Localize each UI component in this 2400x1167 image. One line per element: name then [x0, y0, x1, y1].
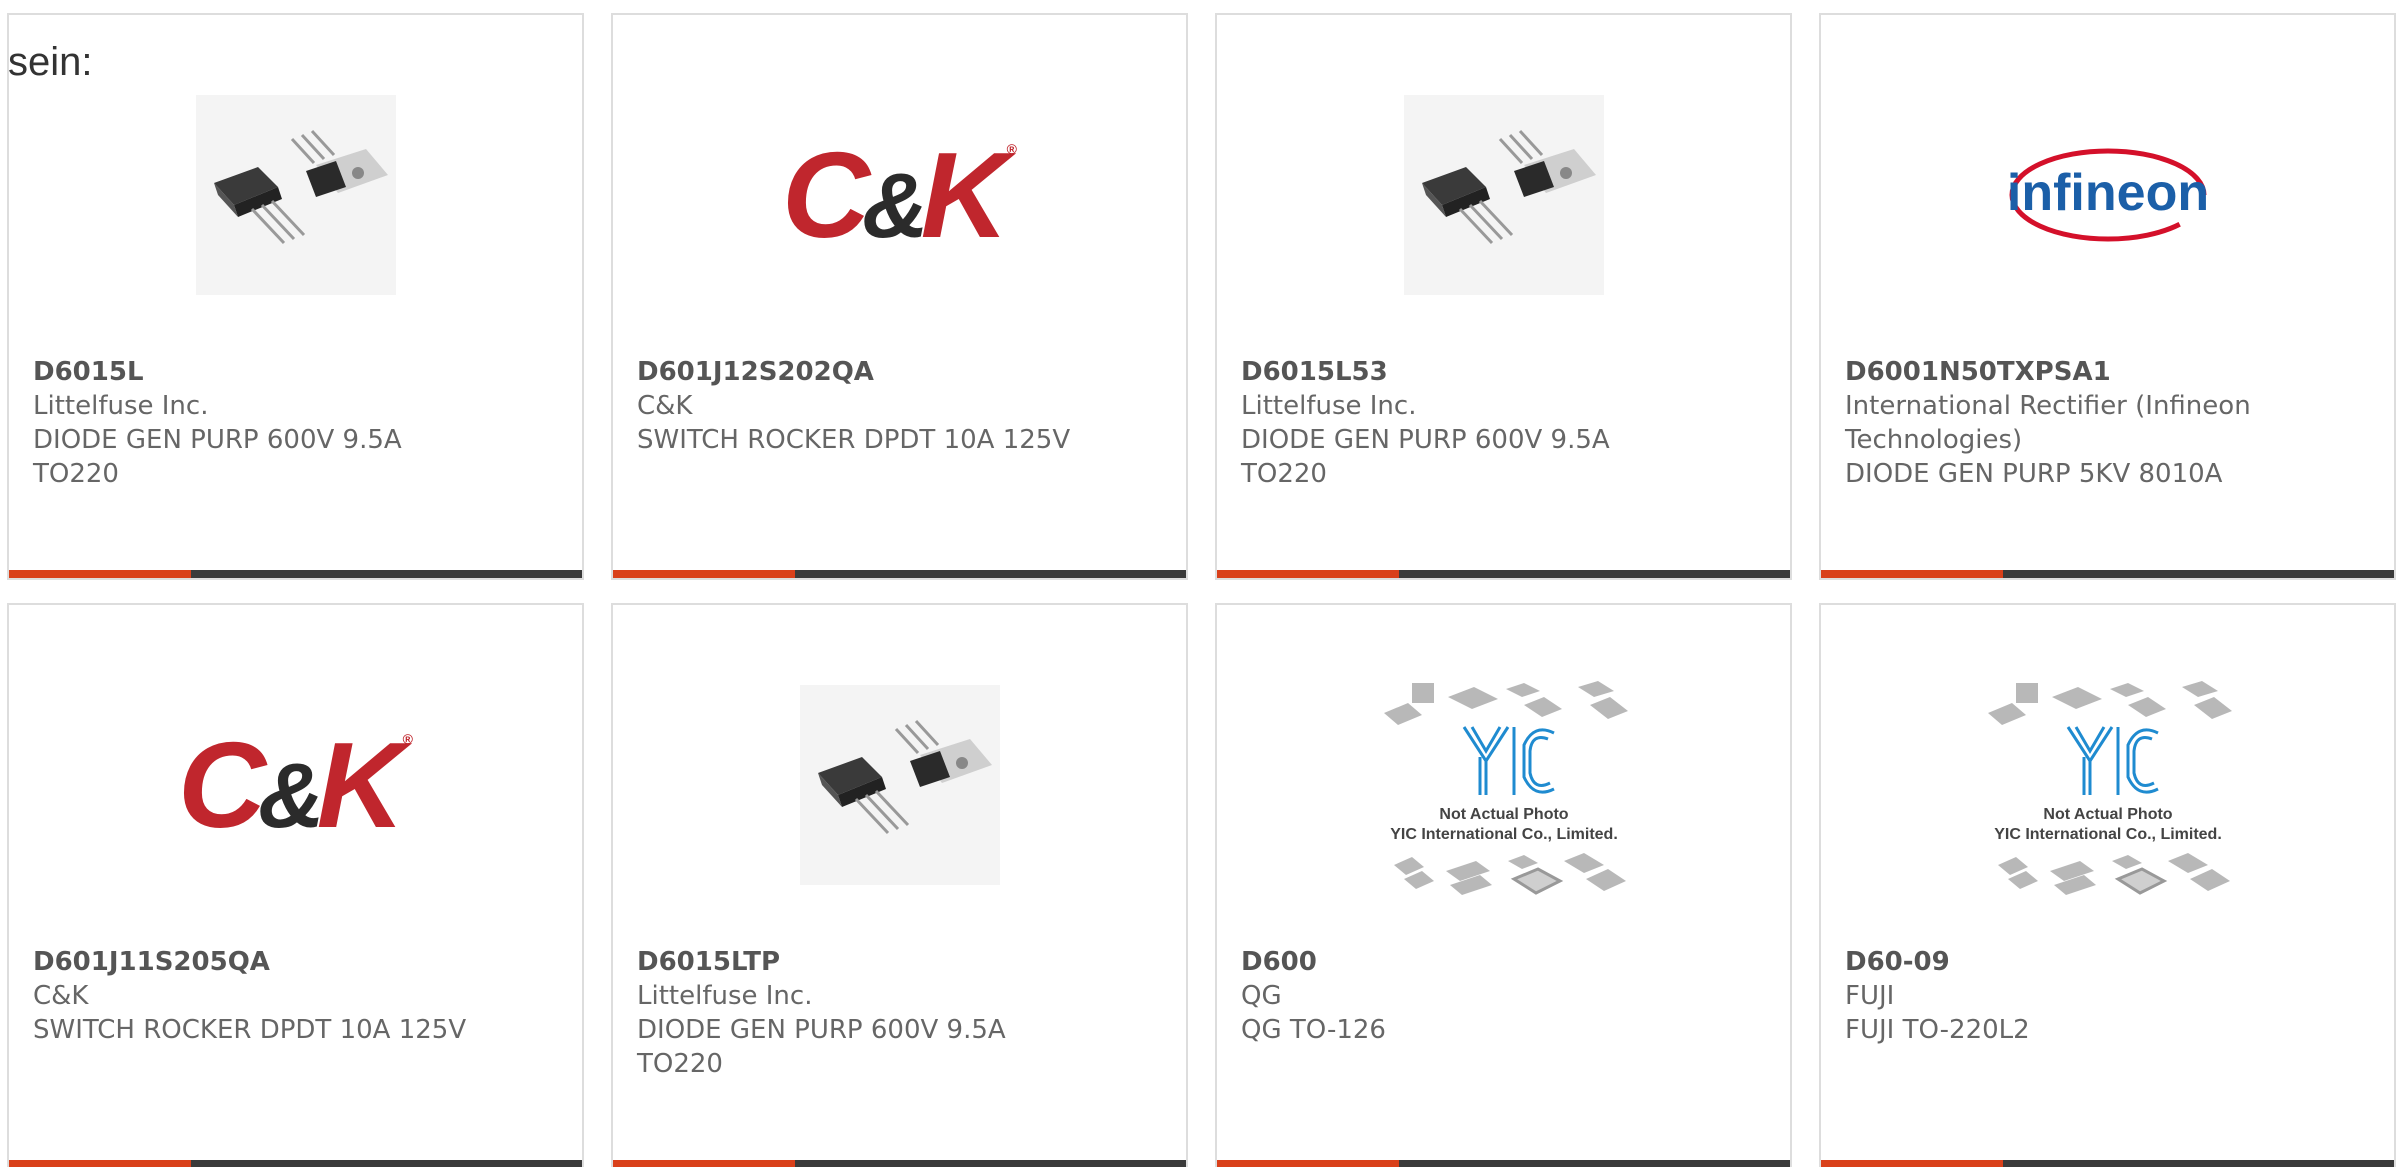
- intro-text: sein:: [8, 40, 93, 84]
- card-bar-accent: [9, 570, 191, 578]
- description: QG TO-126: [1241, 1015, 1386, 1045]
- card-bar: [613, 570, 1186, 578]
- description: SWITCH ROCKER DPDT 10A 125V: [637, 425, 1071, 455]
- product-card[interactable]: D6015LTP Littelfuse Inc. DIODE GEN PURP …: [611, 603, 1188, 1167]
- product-card[interactable]: D6015L Littelfuse Inc. DIODE GEN PURP 60…: [7, 13, 584, 580]
- part-number[interactable]: D6015L: [33, 355, 558, 389]
- card-bar-accent: [1217, 1160, 1399, 1167]
- product-card[interactable]: C & K ® D601J11S205QA C&K SWITCH ROCKER DPD…: [7, 603, 584, 1167]
- yic-placeholder-icon: Not Actual Photo YIC International Co., …: [1987, 681, 2232, 895]
- card-bar: [1217, 570, 1790, 578]
- description: DIODE GEN PURP 600V 9.5A TO220: [33, 425, 402, 489]
- card-bar: [9, 1160, 582, 1167]
- product-image[interactable]: C & K ®: [613, 75, 1186, 315]
- part-number[interactable]: D6015L53: [1241, 355, 1766, 389]
- infineon-logo-icon: infineon: [2008, 148, 2208, 242]
- card-bar-accent: [9, 1160, 191, 1167]
- description: DIODE GEN PURP 600V 9.5A TO220: [1241, 425, 1610, 489]
- product-card[interactable]: Not Actual Photo YIC International Co., …: [1215, 603, 1792, 1167]
- svg-text:Not Actual Photo: Not Actual Photo: [1439, 806, 1568, 823]
- product-image[interactable]: Not Actual Photo YIC International Co., …: [1821, 665, 2394, 905]
- manufacturer: QG: [1241, 981, 1282, 1011]
- svg-text:YIC International Co., Limited: YIC International Co., Limited.: [1390, 826, 1618, 843]
- yic-placeholder-icon: Not Actual Photo YIC International Co., …: [1383, 681, 1628, 895]
- svg-text:YIC International Co., Limited: YIC International Co., Limited.: [1994, 826, 2222, 843]
- manufacturer: Littelfuse Inc.: [637, 981, 813, 1011]
- part-number[interactable]: D6001N50TXPSA1: [1845, 355, 2370, 389]
- card-bar: [9, 570, 582, 578]
- manufacturer: International Rectifier (Infineon Techno…: [1845, 391, 2251, 455]
- product-image[interactable]: [613, 665, 1186, 905]
- part-number[interactable]: D60-09: [1845, 945, 2370, 979]
- part-number[interactable]: D6015LTP: [637, 945, 1162, 979]
- product-image[interactable]: [9, 75, 582, 315]
- product-image[interactable]: C & K ®: [9, 665, 582, 905]
- product-image[interactable]: [1217, 75, 1790, 315]
- card-bar: [613, 1160, 1186, 1167]
- card-bar: [1217, 1160, 1790, 1167]
- product-image[interactable]: Not Actual Photo YIC International Co., …: [1217, 665, 1790, 905]
- manufacturer: C&K: [637, 391, 693, 421]
- card-bar-accent: [1217, 570, 1399, 578]
- manufacturer: C&K: [33, 981, 89, 1011]
- ck-logo-icon: C & K ®: [782, 127, 1017, 263]
- product-card[interactable]: D6015L53 Littelfuse Inc. DIODE GEN PURP …: [1215, 13, 1792, 580]
- card-bar: [1821, 1160, 2394, 1167]
- card-bar: [1821, 570, 2394, 578]
- card-bar-accent: [1821, 1160, 2003, 1167]
- to220-component-icon: [1403, 95, 1604, 295]
- manufacturer: FUJI: [1845, 981, 1895, 1011]
- ck-logo-icon: C & K ®: [178, 717, 413, 853]
- description: DIODE GEN PURP 5KV 8010A: [1845, 459, 2223, 489]
- product-card[interactable]: C & K ® D601J12S202QA C&K SWITCH ROCKER DPD…: [611, 13, 1188, 580]
- page: sein: D6015L Littelfuse Inc. DIODE GEN P…: [0, 0, 2400, 1167]
- to220-component-icon: [195, 95, 396, 295]
- part-number[interactable]: D600: [1241, 945, 1766, 979]
- part-number[interactable]: D601J12S202QA: [637, 355, 1162, 389]
- product-card[interactable]: infineon D6001N50TXPSA1 International Re…: [1819, 13, 2396, 580]
- svg-text:infineon: infineon: [2008, 164, 2208, 222]
- to220-component-icon: [799, 685, 1000, 885]
- product-card[interactable]: Not Actual Photo YIC International Co., …: [1819, 603, 2396, 1167]
- product-image[interactable]: infineon: [1821, 75, 2394, 315]
- description: FUJI TO-220L2: [1845, 1015, 2030, 1045]
- manufacturer: Littelfuse Inc.: [33, 391, 209, 421]
- description: SWITCH ROCKER DPDT 10A 125V: [33, 1015, 467, 1045]
- part-number[interactable]: D601J11S205QA: [33, 945, 558, 979]
- card-bar-accent: [1821, 570, 2003, 578]
- card-bar-accent: [613, 570, 795, 578]
- card-bar-accent: [613, 1160, 795, 1167]
- description: DIODE GEN PURP 600V 9.5A TO220: [637, 1015, 1006, 1079]
- svg-text:Not Actual Photo: Not Actual Photo: [2043, 806, 2172, 823]
- manufacturer: Littelfuse Inc.: [1241, 391, 1417, 421]
